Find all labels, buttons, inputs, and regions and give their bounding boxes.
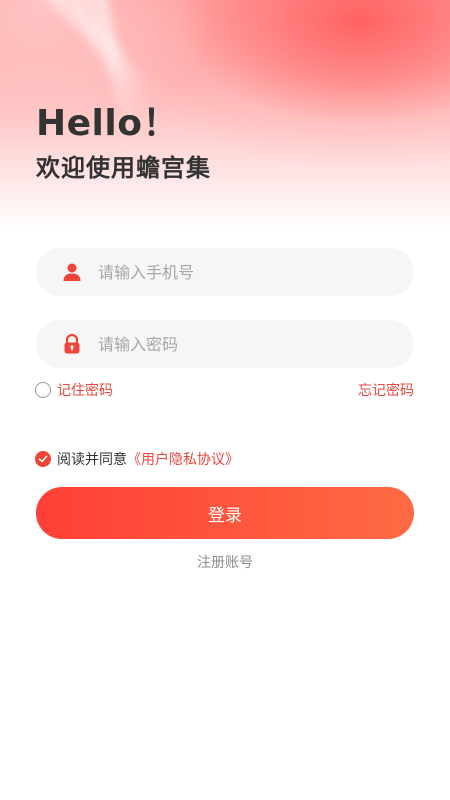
- remember-row: 记住密码 忘记密码: [35, 380, 414, 400]
- remember-password-toggle[interactable]: 记住密码: [35, 380, 113, 400]
- forgot-password-link[interactable]: 忘记密码: [358, 380, 414, 400]
- lock-icon: [62, 334, 82, 354]
- login-button[interactable]: 登录: [36, 487, 414, 539]
- unchecked-circle-icon[interactable]: [35, 382, 51, 398]
- user-icon: [62, 262, 82, 282]
- phone-input[interactable]: [98, 252, 414, 292]
- agreement-row: 阅读并同意 《用户隐私协议》: [35, 449, 239, 469]
- agreement-prefix: 阅读并同意: [57, 452, 127, 468]
- greeting-title: Hello！: [36, 103, 179, 144]
- register-link[interactable]: 注册账号: [0, 552, 450, 572]
- login-screen: Hello！ 欢迎使用蟾宫集 记住密码 忘记密码: [0, 0, 450, 800]
- checked-circle-icon[interactable]: [35, 451, 51, 467]
- privacy-agreement-link[interactable]: 《用户隐私协议》: [127, 449, 239, 469]
- password-field[interactable]: [36, 320, 414, 368]
- welcome-subtitle: 欢迎使用蟾宫集: [36, 154, 211, 182]
- password-input[interactable]: [98, 324, 414, 364]
- phone-field[interactable]: [36, 248, 414, 296]
- remember-password-label[interactable]: 记住密码: [57, 380, 113, 400]
